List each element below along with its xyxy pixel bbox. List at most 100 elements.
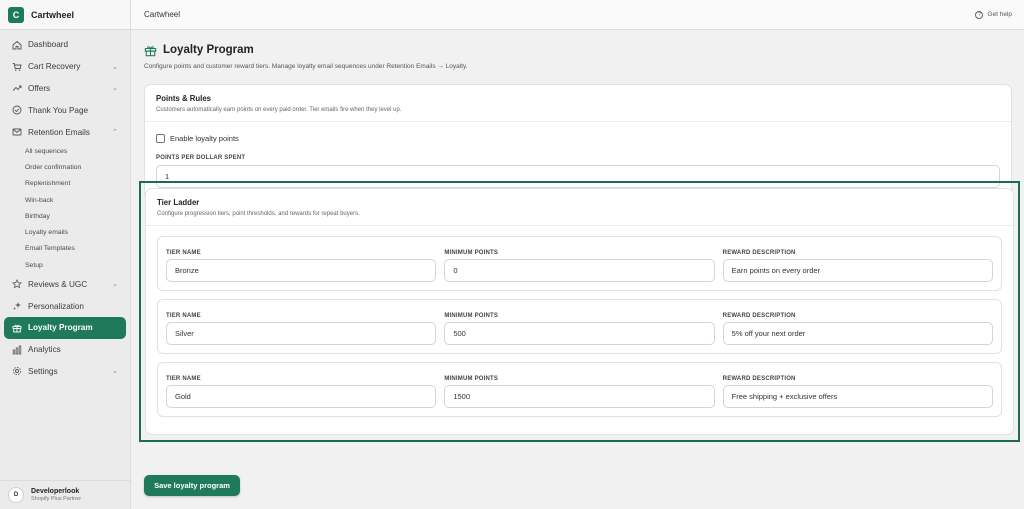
chevron-down-icon[interactable]: ⌄ xyxy=(112,280,118,288)
avatar: D xyxy=(8,487,24,503)
sidebar-item-dashboard[interactable]: Dashboard xyxy=(4,34,126,56)
sidebar-item-cart-recovery[interactable]: Cart Recovery ⌄ xyxy=(4,56,126,78)
minimum-points-col: MINIMUM POINTS 0 xyxy=(444,237,715,290)
sidebar-item-offers[interactable]: Offers ⌄ xyxy=(4,78,126,100)
tier-name-label: TIER NAME xyxy=(166,313,201,319)
user-role: Shopify Plus Partner xyxy=(31,495,82,502)
tier-row-silver: TIER NAME Silver MINIMUM POINTS 500 REWA… xyxy=(157,299,1002,354)
reward-description-input[interactable]: Free shipping + exclusive offers xyxy=(722,385,993,408)
star-icon xyxy=(12,279,22,289)
page-content: Loyalty Program Configure points and cus… xyxy=(131,30,1024,201)
tier-name-input[interactable]: Silver xyxy=(166,322,437,345)
reward-description-col: REWARD DESCRIPTION Free shipping + exclu… xyxy=(722,363,993,416)
user-text: Developerlook Shopify Plus Partner xyxy=(31,488,81,502)
sidebar-item-label: Dashboard xyxy=(28,40,69,50)
sidebar-item-settings[interactable]: Settings ⌄ xyxy=(4,361,126,383)
get-help-link[interactable]: ? Get help xyxy=(975,10,1012,19)
tier-row-bronze: TIER NAME Bronze MINIMUM POINTS 0 REWARD… xyxy=(157,236,1002,291)
sidebar-item-label: Reviews & UGC xyxy=(28,279,88,289)
minimum-points-label: MINIMUM POINTS xyxy=(444,250,499,256)
tier-ladder-title: Tier Ladder xyxy=(157,198,200,207)
points-rules-header: Points & Rules Customers automatically e… xyxy=(145,85,1011,122)
page-header: Loyalty Program xyxy=(144,42,1012,58)
tier-name-label: TIER NAME xyxy=(166,250,201,256)
enable-loyalty-points-label: Enable loyalty points xyxy=(170,133,239,143)
sidebar-item-label: Loyalty Program xyxy=(28,323,93,333)
enable-loyalty-points-checkbox[interactable] xyxy=(156,133,165,143)
reward-description-col: REWARD DESCRIPTION 5% off your next orde… xyxy=(722,300,993,353)
tier-name-input[interactable]: Gold xyxy=(166,385,437,408)
chevron-down-icon[interactable]: ⌄ xyxy=(112,367,118,375)
chevron-up-icon[interactable]: ⌃ xyxy=(112,128,118,136)
subnav-item-email-templates[interactable]: Email Templates xyxy=(25,241,126,257)
save-loyalty-program-button[interactable]: Save loyalty program xyxy=(144,475,240,496)
brand-name: Cartwheel xyxy=(31,9,75,20)
minimum-points-col: MINIMUM POINTS 1500 xyxy=(444,363,715,416)
topbar: Cartwheel ? Get help xyxy=(131,0,1024,30)
tier-name-col: TIER NAME Silver xyxy=(166,300,437,353)
reward-description-input[interactable]: Earn points on every order xyxy=(722,259,993,282)
get-help-label: Get help xyxy=(987,11,1012,18)
chevron-down-icon[interactable]: ⌄ xyxy=(112,63,118,71)
sidebar-item-analytics[interactable]: Analytics xyxy=(4,339,126,361)
subnav-item-replenishment[interactable]: Replenishment xyxy=(25,176,126,192)
subnav-item-setup[interactable]: Setup xyxy=(25,257,126,273)
reward-description-label: REWARD DESCRIPTION xyxy=(722,376,796,382)
points-rules-subtitle: Customers automatically earn points on e… xyxy=(156,107,402,113)
reward-description-col: REWARD DESCRIPTION Earn points on every … xyxy=(722,237,993,290)
topbar-title: Cartwheel xyxy=(144,10,181,19)
reward-description-input[interactable]: 5% off your next order xyxy=(722,322,993,345)
tier-name-col: TIER NAME Bronze xyxy=(166,237,437,290)
subnav-item-loyalty-emails[interactable]: Loyalty emails xyxy=(25,224,126,240)
tier-list: TIER NAME Bronze MINIMUM POINTS 0 REWARD… xyxy=(146,226,1013,435)
brand[interactable]: C Cartwheel xyxy=(0,0,130,30)
sidebar: C Cartwheel Dashboard Cart Recovery ⌄ Of… xyxy=(0,0,131,509)
minimum-points-input[interactable]: 1500 xyxy=(444,385,715,408)
mail-icon xyxy=(12,127,22,137)
tier-row-gold: TIER NAME Gold MINIMUM POINTS 1500 REWAR… xyxy=(157,362,1002,417)
bar-chart-icon xyxy=(12,345,22,355)
sidebar-item-label: Analytics xyxy=(28,345,61,355)
sidebar-nav: Dashboard Cart Recovery ⌄ Offers ⌄ Thank… xyxy=(0,30,130,386)
minimum-points-input[interactable]: 500 xyxy=(444,322,715,345)
gift-icon xyxy=(144,44,157,57)
page-title: Loyalty Program xyxy=(163,44,254,56)
gift-icon xyxy=(12,323,22,333)
retention-emails-subnav: All sequences Order confirmation Repleni… xyxy=(4,143,126,273)
chevron-down-icon[interactable]: ⌄ xyxy=(112,84,118,92)
sidebar-item-label: Offers xyxy=(28,83,51,93)
gear-icon xyxy=(12,366,22,376)
sidebar-item-loyalty-program[interactable]: Loyalty Program xyxy=(4,316,126,339)
reward-description-label: REWARD DESCRIPTION xyxy=(722,250,796,256)
minimum-points-col: MINIMUM POINTS 500 xyxy=(444,300,715,353)
home-icon xyxy=(12,40,22,50)
subnav-item-order-confirmation[interactable]: Order confirmation xyxy=(25,159,126,175)
cart-icon xyxy=(12,62,22,72)
subnav-item-birthday[interactable]: Birthday xyxy=(25,208,126,224)
tier-name-input[interactable]: Bronze xyxy=(166,259,437,282)
sidebar-item-reviews-ugc[interactable]: Reviews & UGC ⌄ xyxy=(4,273,126,295)
points-per-dollar-label: POINTS PER DOLLAR SPENT xyxy=(156,155,246,161)
sidebar-item-label: Cart Recovery xyxy=(28,62,81,72)
app: C Cartwheel Dashboard Cart Recovery ⌄ Of… xyxy=(0,0,1024,509)
user-name: Developerlook xyxy=(31,488,80,496)
subnav-item-all-sequences[interactable]: All sequences xyxy=(25,143,126,159)
reward-description-label: REWARD DESCRIPTION xyxy=(722,313,796,319)
sidebar-item-label: Personalization xyxy=(28,301,84,311)
page-description: Configure points and customer reward tie… xyxy=(144,63,468,70)
sidebar-item-thank-you-page[interactable]: Thank You Page xyxy=(4,99,126,121)
tier-name-col: TIER NAME Gold xyxy=(166,363,437,416)
sidebar-item-label: Thank You Page xyxy=(28,105,89,115)
trend-icon xyxy=(12,83,22,93)
subnav-item-win-back[interactable]: Win-back xyxy=(25,192,126,208)
sidebar-item-retention-emails[interactable]: Retention Emails ⌃ xyxy=(4,121,126,143)
user-profile[interactable]: D Developerlook Shopify Plus Partner xyxy=(0,480,130,509)
minimum-points-input[interactable]: 0 xyxy=(444,259,715,282)
enable-loyalty-points-row[interactable]: Enable loyalty points xyxy=(156,132,1000,144)
minimum-points-label: MINIMUM POINTS xyxy=(444,376,499,382)
tier-name-label: TIER NAME xyxy=(166,376,201,382)
help-icon: ? xyxy=(975,10,984,19)
sidebar-item-personalization[interactable]: Personalization xyxy=(4,295,126,317)
sparkle-icon xyxy=(12,301,22,311)
main-content: Cartwheel ? Get help Loyalty Program Con… xyxy=(131,0,1024,509)
